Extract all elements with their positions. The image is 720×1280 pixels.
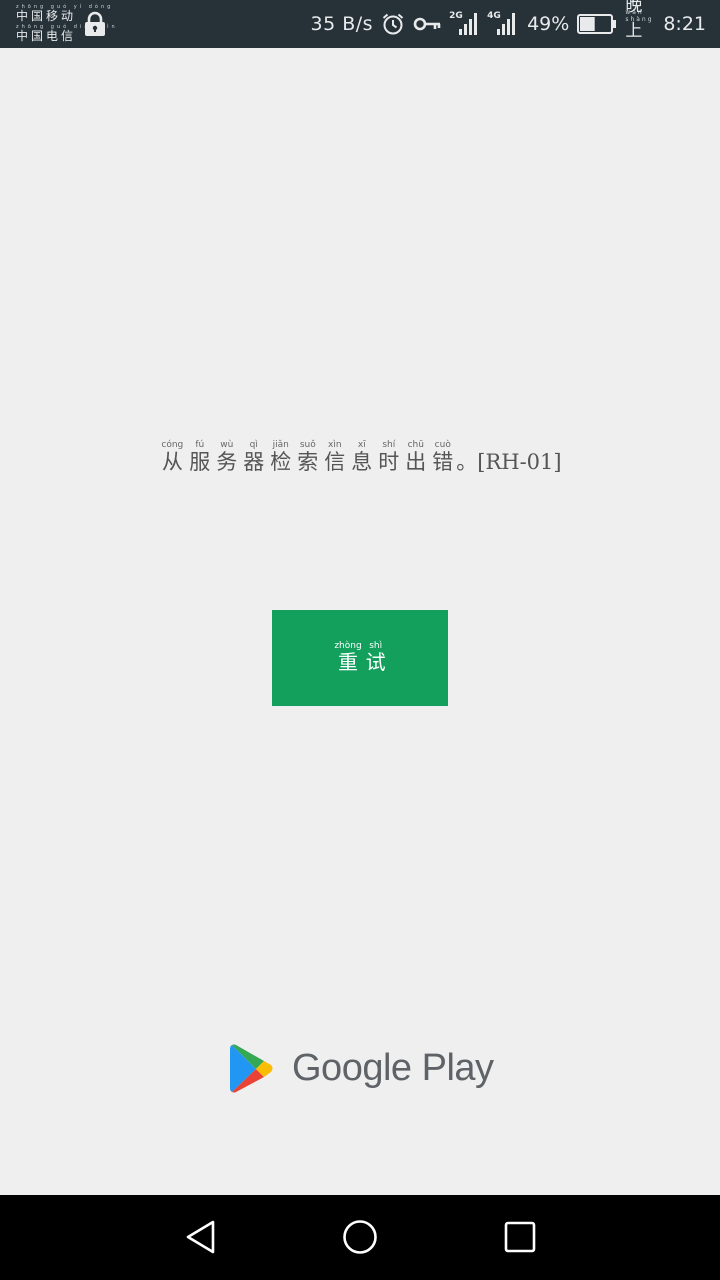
error-pinyin: wù	[216, 440, 238, 450]
battery-icon	[577, 14, 617, 34]
clock-time: 8:21	[663, 13, 706, 35]
error-char: 时shí	[378, 440, 400, 474]
back-icon	[186, 1220, 215, 1254]
error-char: 息xī	[351, 440, 373, 474]
error-hanzi: 息	[351, 450, 373, 474]
error-hanzi: 错	[432, 450, 454, 474]
error-pinyin: suǒ	[297, 440, 319, 450]
battery-percent: 49%	[527, 13, 570, 35]
error-pinyin: qì	[243, 440, 265, 450]
signal-icon	[459, 13, 478, 35]
carrier-1-name: 中国移动	[16, 9, 77, 23]
screen: zhōng guó yí dòng 中国移动 zhōng guó diàn xì…	[0, 0, 720, 1280]
error-char: 从cóng	[161, 440, 184, 474]
error-pinyin: cóng	[161, 440, 184, 450]
signal-icon	[497, 13, 516, 35]
key-icon	[413, 17, 441, 31]
carrier-1: zhōng guó yí dòng 中国移动	[16, 4, 110, 24]
alarm-icon	[382, 13, 404, 35]
retry-char: 重zhòng	[334, 641, 361, 675]
error-pinyin: chū	[405, 440, 427, 450]
error-hanzi: 检	[270, 450, 292, 474]
error-hanzi: 器	[243, 450, 265, 474]
retry-pinyin: shì	[365, 641, 386, 651]
signal-1: 2G	[449, 11, 479, 37]
google-play-wordmark: Google Play	[292, 1046, 494, 1089]
home-icon	[343, 1220, 377, 1254]
retry-button[interactable]: 重zhòng 试shì	[272, 610, 448, 706]
error-char: 错cuò	[432, 440, 454, 474]
error-char: 信xìn	[324, 440, 346, 474]
error-char: 出chū	[405, 440, 427, 474]
retry-char: 试shì	[366, 641, 386, 675]
error-pinyin: fú	[189, 440, 211, 450]
error-char: 索suǒ	[297, 440, 319, 474]
error-hanzi: 时	[378, 450, 400, 474]
error-char: 服fú	[189, 440, 211, 474]
navigation-bar	[0, 1195, 720, 1280]
error-char: 检jiǎn	[270, 440, 292, 474]
error-pinyin: shí	[378, 440, 400, 450]
status-bar: zhōng guó yí dòng 中国移动 zhōng guó diàn xì…	[0, 0, 720, 48]
clock: wǎn shàng 晚上 8:21	[625, 0, 706, 41]
error-message: 从cóng服fú务wù器qì检jiǎn索suǒ信xìn息xī时shí出chū错c…	[0, 440, 720, 476]
error-pinyin: jiǎn	[270, 440, 292, 450]
error-hanzi: 出	[405, 450, 427, 474]
error-text: 从cóng服fú务wù器qì检jiǎn索suǒ信xìn息xī时shí出chū错c…	[158, 440, 456, 474]
google-play-logo: Google Play	[228, 1040, 494, 1096]
status-indicators: 35 B/s 2G 4G 49% wǎn shàng 晚上 8:21	[311, 0, 706, 48]
lock-icon	[85, 11, 105, 36]
retry-hanzi: 重	[334, 650, 362, 674]
am-pm-label: wǎn shàng 晚上	[625, 0, 659, 41]
recents-icon	[504, 1221, 536, 1253]
carrier-2: zhōng guó diàn xìn 中国电信	[16, 24, 115, 44]
am-pm-text: 晚上	[625, 0, 645, 41]
retry-pinyin: zhòng	[334, 641, 362, 651]
back-button[interactable]	[180, 1217, 220, 1257]
carrier-names: zhōng guó yí dòng 中国移动 zhōng guó diàn xì…	[16, 4, 115, 44]
error-char: 器qì	[243, 440, 265, 474]
error-pinyin: xìn	[324, 440, 346, 450]
home-button[interactable]	[340, 1217, 380, 1257]
google-play-icon	[230, 1044, 273, 1093]
error-char: 务wù	[216, 440, 238, 474]
error-pinyin: cuò	[432, 440, 454, 450]
error-hanzi: 信	[324, 450, 346, 474]
error-hanzi: 索	[297, 450, 319, 474]
error-hanzi: 服	[189, 450, 211, 474]
signal-2: 4G	[487, 11, 517, 37]
error-pinyin: xī	[351, 440, 373, 450]
recents-button[interactable]	[500, 1217, 540, 1257]
error-hanzi: 从	[161, 450, 184, 474]
error-code: 。[RH-01]	[456, 450, 562, 474]
retry-hanzi: 试	[365, 650, 386, 674]
error-hanzi: 务	[216, 450, 238, 474]
network-speed: 35 B/s	[310, 13, 374, 35]
carrier-2-name: 中国电信	[16, 29, 77, 43]
